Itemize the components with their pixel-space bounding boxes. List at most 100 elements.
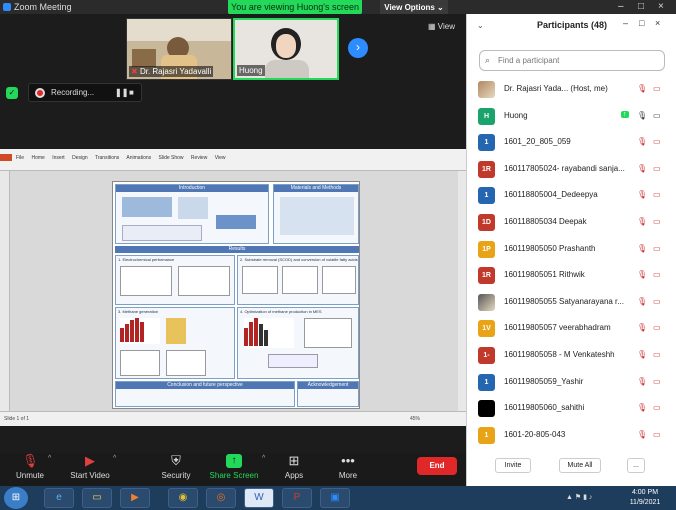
window-title: Zoom Meeting: [14, 2, 72, 12]
panel-minimize-icon[interactable]: –: [623, 18, 628, 28]
mute-all-button[interactable]: Mute All: [559, 458, 601, 473]
chrome-icon[interactable]: ◉: [168, 488, 198, 508]
muted-mic-icon: 🎙: [637, 429, 648, 439]
muted-mic-icon: 🎙: [637, 110, 648, 120]
participant-row[interactable]: 1P 160119805050 Prashanth 🎙 ▭: [467, 237, 676, 261]
participant-avatar: [478, 81, 495, 98]
pause-recording-icon[interactable]: ❚❚: [115, 84, 128, 101]
participant-row[interactable]: ↑ H Huong 🎙 ▭: [467, 104, 676, 128]
minimize-button[interactable]: –: [618, 1, 624, 13]
video-off-icon: ▭: [653, 163, 661, 173]
panel-close-icon[interactable]: ×: [655, 18, 660, 28]
end-meeting-button[interactable]: End: [417, 457, 457, 475]
file-explorer-icon[interactable]: ▭: [82, 488, 112, 508]
invite-button[interactable]: Invite: [495, 458, 531, 473]
view-button[interactable]: ▦ View: [428, 22, 455, 31]
participant-name: 160119805058 - M Venkateshh: [504, 350, 615, 359]
stop-recording-icon[interactable]: ■: [129, 84, 134, 101]
participant-row[interactable]: 1 160119805059_Yashir 🎙 ▭: [467, 370, 676, 394]
participant-search-input[interactable]: ⌕ Find a participant: [479, 50, 665, 71]
participant-name: 160119805050 Prashanth: [504, 243, 596, 253]
video-off-icon: ▭: [653, 137, 661, 147]
security-shield-icon[interactable]: ✓: [6, 87, 18, 99]
participant-name: 160118805004_Dedeepya: [504, 190, 598, 200]
muted-mic-icon: 🎙: [637, 190, 648, 200]
participant-avatar: [478, 400, 495, 418]
participant-name: 160119805057 veerabhadram: [504, 323, 611, 333]
search-icon: ⌕: [485, 55, 491, 65]
taskbar-clock[interactable]: 4:00 PM 11/9/2021: [622, 488, 668, 508]
start-video-button[interactable]: ▶ Start Video: [68, 453, 112, 481]
recording-indicator: Recording... ❚❚ ■: [28, 83, 142, 102]
muted-mic-icon: 🎙: [637, 217, 648, 226]
video-off-icon: ▶: [85, 453, 95, 468]
muted-mic-icon: 🎙: [637, 137, 648, 147]
internet-explorer-icon[interactable]: e: [44, 488, 74, 508]
ppt-left-toolbar: [0, 171, 10, 411]
poster-intro: Introduction: [115, 184, 269, 244]
video-options-chevron-icon[interactable]: ^: [113, 455, 116, 462]
participant-row[interactable]: 1R 160117805024- rayabandi sanja... 🎙 ▭: [467, 157, 676, 181]
unmute-button[interactable]: 🎙 Unmute: [12, 454, 48, 481]
video-off-icon: ▭: [653, 243, 661, 253]
view-options-button[interactable]: View Options ⌄: [380, 0, 448, 15]
participant-row[interactable]: 1D 160118805034 Deepak 🎙 ▭: [467, 210, 676, 234]
participant-name: 160119805060_sahithi: [504, 403, 585, 413]
participant-name: 160118805034 Deepak: [504, 217, 587, 226]
security-button[interactable]: ⛨ Security: [158, 454, 194, 481]
participant-name: 1601_20_805_059: [504, 137, 571, 147]
poster-substrate: 2. Substrate removal (SCOD) and conversi…: [237, 255, 359, 305]
participant-row[interactable]: 160119805060_sahithi 🎙 ▭: [467, 396, 676, 420]
firefox-icon[interactable]: ◎: [206, 488, 236, 508]
share-screen-button[interactable]: ↑ Share Screen: [208, 454, 260, 480]
thumbnail-name-host: ✖ Dr. Rajasri Yadavalli: [129, 66, 214, 77]
video-off-icon: ▭: [653, 403, 661, 413]
next-thumbnails-arrow-icon[interactable]: ›: [348, 38, 368, 58]
zoom-logo-icon: [3, 3, 11, 11]
muted-mic-icon: ✖: [131, 67, 140, 76]
close-button[interactable]: ×: [658, 1, 664, 13]
word-icon[interactable]: W: [244, 488, 274, 508]
video-thumbnail-speaker[interactable]: Huong: [233, 18, 339, 80]
participant-row[interactable]: 1 1601-20-805-043 🎙 ▭: [467, 423, 676, 447]
poster-conclusion: Conclusion and future perspective: [115, 381, 295, 407]
poster-methane: 3. Methane generation: [115, 307, 235, 379]
participant-row[interactable]: 1R 160119805051 Rithwik 🎙 ▭: [467, 263, 676, 287]
system-tray-icons[interactable]: ▲ ⚑ ▮ ♪: [566, 493, 592, 501]
powerpoint-icon[interactable]: P: [282, 488, 312, 508]
meeting-main-area: ✖ Dr. Rajasri Yadavalli Huong › ▦ View ✓…: [0, 14, 466, 453]
participant-avatar: 1V: [478, 320, 495, 338]
panel-popout-icon[interactable]: □: [639, 18, 644, 28]
participant-avatar: 1P: [478, 240, 495, 258]
apps-button[interactable]: ⊞ Apps: [280, 454, 308, 481]
participant-name: 1601-20-805-043: [504, 429, 566, 439]
ppt-status-bar: Slide 1 of 1 45%: [0, 411, 466, 426]
ppt-zoom-level[interactable]: 45%: [410, 416, 420, 422]
windows-taskbar: ⊞ e ▭ ▶ ◉ ◎ W P ▣ ▲ ⚑ ▮ ♪ 4:00 PM 11/9/2…: [0, 486, 676, 510]
audio-options-chevron-icon[interactable]: ^: [48, 455, 51, 462]
participant-avatar: H: [478, 107, 495, 125]
ppt-menu: File Home Insert Design Transitions Anim…: [16, 155, 226, 161]
more-button[interactable]: ••• More: [334, 453, 362, 481]
more-options-button[interactable]: ...: [627, 458, 645, 473]
poster-results-header: Results: [115, 246, 359, 253]
participant-row[interactable]: 1 160118805004_Dedeepya 🎙 ▭: [467, 183, 676, 207]
participant-row[interactable]: 160119805055 Satyanarayana r... 🎙 ▭: [467, 290, 676, 314]
ppt-scrollbar[interactable]: [458, 171, 466, 411]
zoom-taskbar-icon[interactable]: ▣: [320, 488, 350, 508]
share-arrow-icon: ↑: [226, 454, 242, 468]
participant-name: 160119805055 Satyanarayana r...: [504, 296, 624, 306]
video-off-icon: ▭: [653, 190, 661, 200]
participant-row[interactable]: Dr. Rajasri Yada... (Host, me) 🎙 ▭: [467, 77, 676, 101]
media-player-icon[interactable]: ▶: [120, 488, 150, 508]
maximize-button[interactable]: □: [638, 1, 644, 13]
participant-row[interactable]: 1- 160119805058 - M Venkateshh 🎙 ▭: [467, 343, 676, 367]
participant-row[interactable]: 1V 160119805057 veerabhadram 🎙 ▭: [467, 316, 676, 340]
participant-name: 160119805051 Rithwik: [504, 270, 585, 280]
share-options-chevron-icon[interactable]: ^: [262, 455, 265, 462]
video-thumbnail-host[interactable]: ✖ Dr. Rajasri Yadavalli: [126, 18, 232, 80]
participant-row[interactable]: 1 1601_20_805_059 🎙 ▭: [467, 130, 676, 154]
windows-start-icon[interactable]: ⊞: [4, 487, 28, 509]
more-dots-icon: •••: [341, 453, 355, 468]
participant-avatar: 1: [478, 426, 495, 444]
